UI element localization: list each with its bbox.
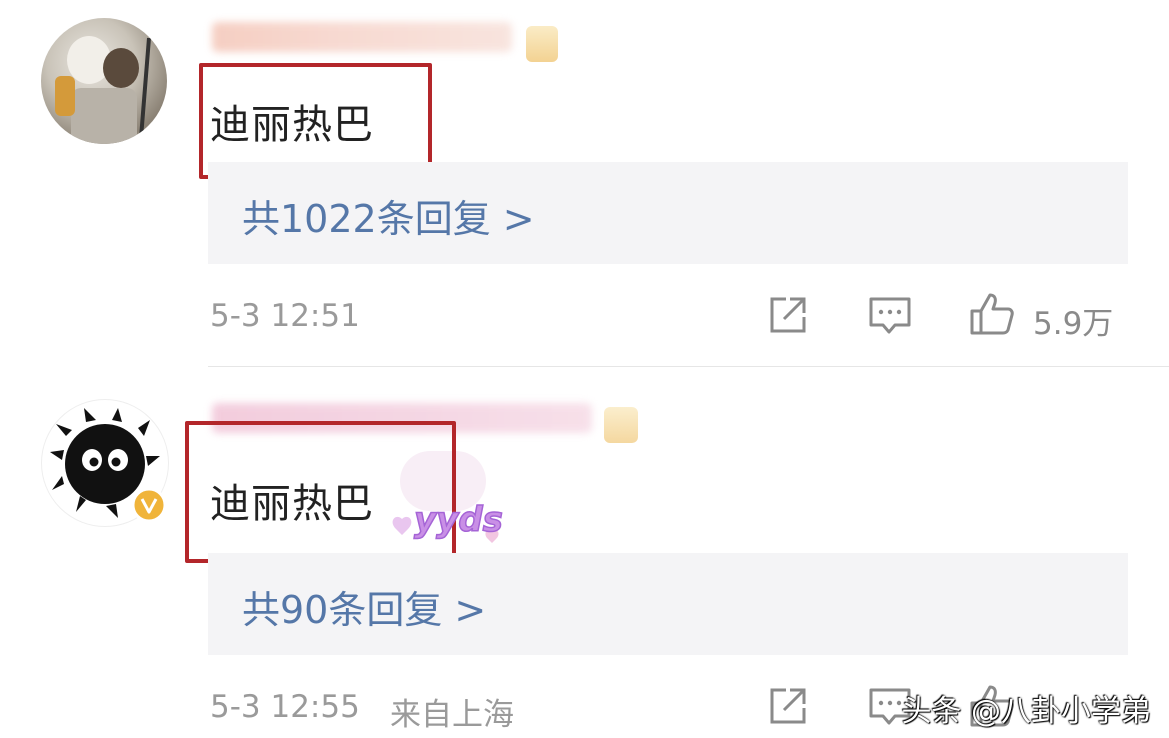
comment-icon[interactable] xyxy=(867,294,913,338)
avatar-illustration xyxy=(55,36,151,144)
replies-box[interactable]: 共90条回复 > xyxy=(208,553,1128,655)
avatar[interactable] xyxy=(41,18,167,144)
replies-box[interactable]: 共1022条回复 > xyxy=(208,162,1128,264)
watermark: 头条 @八卦小学弟 xyxy=(901,694,1151,729)
comment-item-1: 迪丽热巴 共1022条回复 > 5-3 12:51 5.9万 xyxy=(0,0,1169,366)
comment-text: 迪丽热巴 xyxy=(210,481,374,527)
yyds-sticker-icon: yyds xyxy=(392,499,504,543)
level-badge xyxy=(604,407,638,443)
comment-location: 来自上海 xyxy=(390,697,514,733)
verified-icon xyxy=(131,487,167,523)
share-icon[interactable] xyxy=(766,684,810,728)
view-replies-link[interactable]: 共90条回复 > xyxy=(242,579,486,634)
like-icon[interactable] xyxy=(968,291,1016,337)
svg-text:yyds: yyds xyxy=(414,500,503,540)
comment-text: 迪丽热巴 xyxy=(210,102,374,148)
share-icon[interactable] xyxy=(766,293,810,337)
like-count: 5.9万 xyxy=(1033,306,1114,342)
comment-timestamp: 5-3 12:51 xyxy=(210,298,360,334)
username-blurred[interactable] xyxy=(212,22,512,52)
comment-timestamp: 5-3 12:55 xyxy=(210,689,360,725)
view-replies-link[interactable]: 共1022条回复 > xyxy=(242,188,535,243)
comment-item-2: 迪丽热巴 yyds 共90条回复 > 5-3 12:55 来自上海 xyxy=(0,367,1169,738)
level-badge xyxy=(526,26,558,62)
